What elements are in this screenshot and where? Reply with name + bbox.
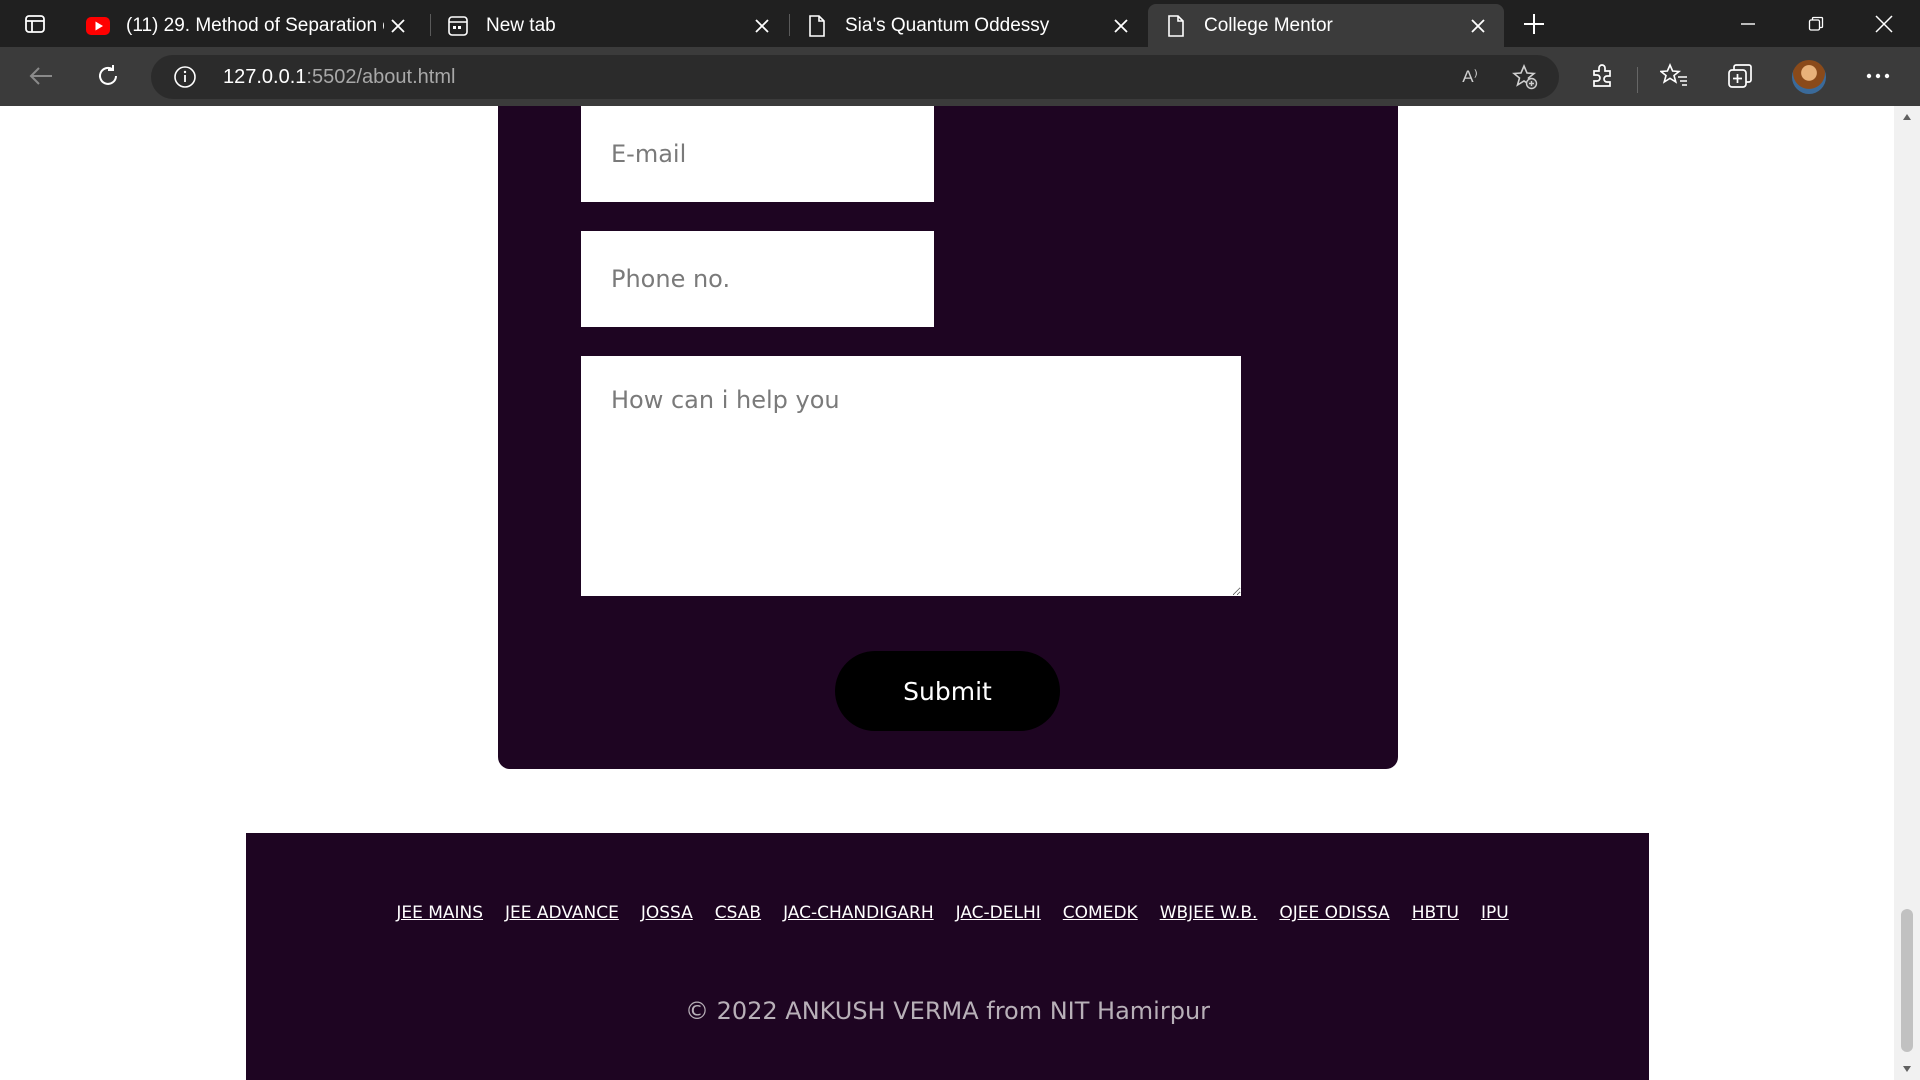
scrollbar-thumb[interactable] xyxy=(1901,909,1913,1052)
page-icon xyxy=(1164,14,1188,38)
tab-bar: (11) 29. Method of Separation of New tab… xyxy=(0,0,1920,47)
refresh-button[interactable] xyxy=(87,55,129,97)
site-info-icon[interactable] xyxy=(173,65,197,89)
new-tab-button[interactable] xyxy=(1516,6,1552,42)
url-text[interactable]: 127.0.0.1:5502/about.html xyxy=(223,66,455,89)
read-aloud-icon[interactable]: A⁾ xyxy=(1456,63,1484,91)
tab-actions-icon[interactable] xyxy=(14,8,56,40)
footer-link-jac-chandigarh[interactable]: JAC-CHANDIGARH xyxy=(783,903,934,923)
refresh-icon xyxy=(99,65,117,85)
tab-title: (11) 29. Method of Separation of xyxy=(126,14,384,36)
url-path: :5502/about.html xyxy=(306,66,456,88)
close-icon xyxy=(1875,14,1893,33)
footer-link-jee-advance[interactable]: JEE ADVANCE xyxy=(505,903,619,923)
vertical-scrollbar[interactable] xyxy=(1894,106,1920,1080)
footer: JEE MAINS JEE ADVANCE JOSSA CSAB JAC-CHA… xyxy=(246,833,1649,1080)
footer-link-comedk[interactable]: COMEDK xyxy=(1063,903,1138,923)
restore-icon xyxy=(1808,16,1824,31)
footer-link-ojee-odissa[interactable]: OJEE ODISSA xyxy=(1279,903,1389,923)
contact-form-panel: Submit xyxy=(498,106,1398,769)
collections-button[interactable] xyxy=(1719,55,1761,97)
tab-title: Sia's Quantum Oddessy xyxy=(845,14,1050,36)
toolbar-divider xyxy=(1637,67,1638,93)
favorites-button[interactable] xyxy=(1653,55,1695,97)
phone-field[interactable] xyxy=(581,231,934,327)
footer-link-ipu[interactable]: IPU xyxy=(1481,903,1509,923)
favorites-icon xyxy=(1660,63,1687,86)
footer-link-jee-mains[interactable]: JEE MAINS xyxy=(396,903,483,923)
scroll-down-arrow-icon[interactable] xyxy=(1894,1058,1920,1080)
puzzle-icon xyxy=(1593,64,1611,87)
page-icon xyxy=(805,14,829,38)
footer-link-hbtu[interactable]: HBTU xyxy=(1412,903,1459,923)
copyright-text: © 2022 ANKUSH VERMA from NIT Hamirpur xyxy=(684,997,1211,1025)
message-textarea[interactable] xyxy=(581,356,1241,596)
minimize-icon xyxy=(1741,22,1755,25)
youtube-icon xyxy=(86,14,110,38)
scroll-up-arrow-icon[interactable] xyxy=(1894,106,1920,128)
minimize-button[interactable] xyxy=(1714,0,1782,47)
settings-menu-button[interactable] xyxy=(1857,55,1899,97)
address-bar[interactable]: 127.0.0.1:5502/about.html A⁾ xyxy=(151,55,1559,99)
restore-button[interactable] xyxy=(1782,0,1850,47)
more-options-icon xyxy=(1866,73,1890,79)
back-arrow-icon xyxy=(29,67,52,85)
close-tab-icon[interactable] xyxy=(748,12,776,40)
tab-sias-quantum-oddessy[interactable]: Sia's Quantum Oddessy xyxy=(789,4,1147,47)
close-window-button[interactable] xyxy=(1850,0,1918,47)
navigation-bar: 127.0.0.1:5502/about.html A⁾ xyxy=(0,47,1920,106)
footer-link-jac-delhi[interactable]: JAC-DELHI xyxy=(956,903,1041,923)
tab-youtube[interactable]: (11) 29. Method of Separation of xyxy=(70,4,424,47)
close-tab-icon[interactable] xyxy=(1107,12,1135,40)
email-field[interactable] xyxy=(581,106,934,202)
add-favorite-icon[interactable] xyxy=(1511,63,1539,91)
footer-link-jossa[interactable]: JOSSA xyxy=(641,903,693,923)
tab-new-tab[interactable]: New tab xyxy=(430,4,788,47)
close-tab-icon[interactable] xyxy=(1464,12,1492,40)
footer-link-wbjee[interactable]: WBJEE W.B. xyxy=(1160,903,1258,923)
tab-title: New tab xyxy=(486,14,556,36)
profile-avatar[interactable] xyxy=(1792,60,1826,94)
tab-college-mentor[interactable]: College Mentor xyxy=(1148,4,1504,47)
plus-icon xyxy=(1524,14,1544,34)
tab-title: College Mentor xyxy=(1204,14,1333,36)
back-button[interactable] xyxy=(20,55,62,97)
submit-button[interactable]: Submit xyxy=(835,651,1060,731)
footer-links: JEE MAINS JEE ADVANCE JOSSA CSAB JAC-CHA… xyxy=(246,903,1649,923)
close-tab-icon[interactable] xyxy=(384,12,412,40)
url-host: 127.0.0.1 xyxy=(223,66,307,88)
footer-link-csab[interactable]: CSAB xyxy=(715,903,761,923)
extensions-button[interactable] xyxy=(1581,55,1623,97)
collections-icon xyxy=(1728,64,1752,88)
new-tab-page-icon xyxy=(446,14,470,38)
page-viewport: Submit JEE MAINS JEE ADVANCE JOSSA CSAB … xyxy=(0,106,1894,1080)
